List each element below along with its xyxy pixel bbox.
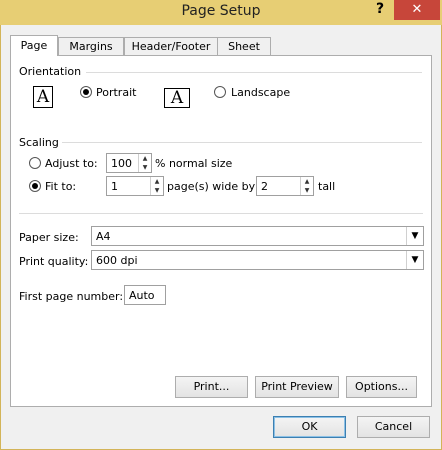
- portrait-radio[interactable]: [80, 86, 92, 98]
- tall-label: tall: [318, 180, 336, 193]
- scaling-group-label: Scaling: [19, 136, 59, 149]
- tab-header-footer[interactable]: Header/Footer: [124, 37, 218, 55]
- tab-page[interactable]: Page: [10, 35, 58, 56]
- paper-size-value: A4: [96, 230, 111, 243]
- adjust-to-radio[interactable]: [29, 157, 41, 169]
- print-quality-label: Print quality:: [19, 255, 89, 268]
- paper-size-label: Paper size:: [19, 231, 79, 244]
- adjust-to-spinner[interactable]: 100 ▲ ▼: [106, 153, 152, 173]
- portrait-icon: A: [33, 86, 53, 108]
- print-preview-button[interactable]: Print Preview: [255, 376, 339, 398]
- print-button[interactable]: Print...: [175, 376, 248, 398]
- spin-up-icon[interactable]: ▲: [139, 154, 151, 163]
- scaling-separator: [62, 142, 422, 143]
- help-button[interactable]: ?: [372, 1, 388, 21]
- fit-wide-spinner[interactable]: 1 ▲ ▼: [106, 176, 164, 196]
- pages-wide-label: page(s) wide by: [167, 180, 256, 193]
- first-page-number-label: First page number:: [19, 290, 124, 303]
- options-button[interactable]: Options...: [346, 376, 417, 398]
- landscape-radio[interactable]: [214, 86, 226, 98]
- spin-down-icon[interactable]: ▼: [301, 186, 313, 195]
- close-button[interactable]: ✕: [394, 0, 440, 20]
- landscape-icon: A: [164, 88, 190, 108]
- ok-button[interactable]: OK: [273, 416, 346, 438]
- fit-to-label: Fit to:: [45, 180, 77, 193]
- spin-down-icon[interactable]: ▼: [151, 186, 163, 195]
- normal-size-label: % normal size: [155, 157, 233, 170]
- orientation-group-label: Orientation: [19, 65, 82, 78]
- spin-up-icon[interactable]: ▲: [151, 177, 163, 186]
- orientation-separator: [86, 72, 422, 73]
- scaling-bottom-separator: [19, 213, 423, 214]
- first-page-number-value: Auto: [129, 289, 155, 302]
- chevron-down-icon[interactable]: ▼: [406, 227, 423, 245]
- print-quality-value: 600 dpi: [96, 254, 138, 267]
- adjust-to-label: Adjust to:: [45, 157, 98, 170]
- tab-sheet[interactable]: Sheet: [217, 37, 271, 55]
- fit-wide-value: 1: [111, 180, 118, 193]
- title-bar: Page Setup ? ✕: [0, 0, 442, 25]
- landscape-label: Landscape: [231, 86, 291, 99]
- spin-down-icon[interactable]: ▼: [139, 163, 151, 172]
- fit-tall-spinner[interactable]: 2 ▲ ▼: [256, 176, 314, 196]
- adjust-to-value: 100: [111, 157, 132, 170]
- chevron-down-icon[interactable]: ▼: [406, 251, 423, 269]
- first-page-number-input[interactable]: Auto: [124, 285, 166, 305]
- fit-tall-value: 2: [261, 180, 268, 193]
- fit-to-radio[interactable]: [29, 180, 41, 192]
- cancel-button[interactable]: Cancel: [357, 416, 430, 438]
- paper-size-dropdown[interactable]: A4 ▼: [91, 226, 424, 246]
- print-quality-dropdown[interactable]: 600 dpi ▼: [91, 250, 424, 270]
- spin-up-icon[interactable]: ▲: [301, 177, 313, 186]
- portrait-label: Portrait: [96, 86, 137, 99]
- tab-margins[interactable]: Margins: [58, 37, 124, 55]
